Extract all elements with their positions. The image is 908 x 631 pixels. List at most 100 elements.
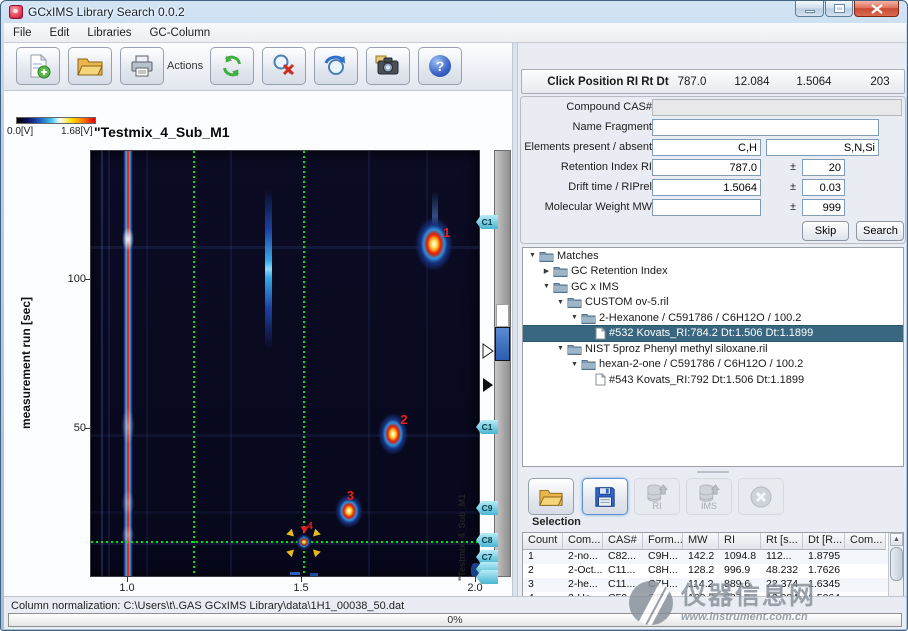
colorbar-min-label: 0.0[V] xyxy=(7,126,33,137)
table-cell: 1.7626 xyxy=(803,564,845,578)
table-cell xyxy=(845,564,886,578)
search-clear-icon xyxy=(271,53,297,79)
menu-gc-column[interactable]: GC-Column xyxy=(140,25,219,41)
scroll-thumb[interactable] xyxy=(890,547,903,581)
delete-selection-button[interactable] xyxy=(738,478,784,515)
table-cell: 128.2 xyxy=(683,564,719,578)
tree-item[interactable]: ▼GC x IMS xyxy=(523,279,903,295)
help-button[interactable]: ? xyxy=(418,47,462,85)
minimize-button[interactable] xyxy=(795,1,824,17)
collapse-icon[interactable]: ▼ xyxy=(555,299,566,306)
clear-search-button[interactable] xyxy=(262,47,306,85)
tree-item[interactable]: ▶GC Retention Index xyxy=(523,264,903,280)
add-to-ims-library-button[interactable]: IMS xyxy=(686,478,732,515)
skip-button[interactable]: Skip xyxy=(802,221,849,241)
tree-item[interactable]: ▼NIST 5proz Phenyl methyl siloxane.ril xyxy=(523,341,903,357)
table-cell: 2-no... xyxy=(563,550,603,564)
intensity-slider-handle[interactable] xyxy=(495,327,510,361)
tree-item[interactable]: ▼ 2-Hexanone / C591786 / C6H12O / 100.2 xyxy=(523,310,903,326)
menu-libraries[interactable]: Libraries xyxy=(78,25,140,41)
tree-item-label: CUSTOM ov-5.ril xyxy=(585,296,669,308)
print-button[interactable] xyxy=(120,47,164,85)
collapse-icon[interactable]: ▼ xyxy=(555,345,566,352)
table-header-cell[interactable]: RI xyxy=(719,533,761,550)
table-header-cell[interactable]: Rt [s... xyxy=(761,533,803,550)
selection-save-button[interactable] xyxy=(582,478,628,515)
collapse-icon[interactable]: ▼ xyxy=(569,361,580,368)
click-position-dt: 1.5064 xyxy=(796,76,831,88)
dt-tolerance-field[interactable] xyxy=(802,179,845,196)
folder-icon xyxy=(553,281,568,293)
analyte-spot[interactable] xyxy=(296,534,312,550)
selection-open-button[interactable] xyxy=(528,478,574,515)
collapse-icon[interactable]: ▼ xyxy=(541,283,552,290)
tree-item-label: 2-Hexanone / C591786 / C6H12O / 100.2 xyxy=(599,312,801,324)
refresh-button[interactable] xyxy=(210,47,254,85)
table-row[interactable]: 32-he...C11...C7H...114.2889.622.3741.63… xyxy=(523,578,903,592)
camera-icon xyxy=(375,53,401,79)
elements-absent-field[interactable] xyxy=(766,139,879,156)
snapshot-button[interactable] xyxy=(366,47,410,85)
table-header-cell[interactable]: Com... xyxy=(563,533,603,550)
table-cell: 2-he... xyxy=(563,578,603,592)
search-button[interactable]: Search xyxy=(856,221,904,241)
table-row[interactable]: 22-Oct...C11...C8H...128.2996.948.2321.7… xyxy=(523,564,903,578)
spot-number-label: 2 xyxy=(400,412,407,427)
status-bar: Column normalization: C:\Users\t\.GAS GC… xyxy=(4,596,906,629)
x-tick-label: 1.0 xyxy=(114,582,140,594)
heatmap-dash xyxy=(310,573,318,576)
intensity-slider-upper[interactable] xyxy=(496,304,509,327)
panel-splitter-horizontal[interactable] xyxy=(522,469,904,475)
refresh-icon xyxy=(219,53,245,79)
tree-item[interactable]: ▼hexan-2-one / C591786 / C6H12O / 100.2 xyxy=(523,357,903,373)
table-cell: C7H... xyxy=(643,578,683,592)
menu-file[interactable]: File xyxy=(4,25,41,41)
table-cell: 2 xyxy=(523,564,563,578)
name-fragment-field[interactable] xyxy=(652,119,879,136)
table-cell xyxy=(845,578,886,592)
close-button[interactable] xyxy=(854,1,899,17)
repeat-search-button[interactable] xyxy=(314,47,358,85)
table-row[interactable]: 12-no...C82...C9H...142.21094.8112...1.8… xyxy=(523,550,903,564)
tree-item[interactable]: ▼ CUSTOM ov-5.ril xyxy=(523,295,903,311)
maximize-button[interactable] xyxy=(825,1,853,17)
table-header-cell[interactable]: Count xyxy=(523,533,563,550)
spot-number-label: 1 xyxy=(443,225,450,240)
heatmap-dash xyxy=(290,572,300,575)
tree-item[interactable]: #543 Kovats_RI:792 Dt:1.506 Dt:1.1899 xyxy=(523,372,903,388)
collapse-icon[interactable]: ▼ xyxy=(569,314,580,321)
table-header-cell[interactable]: MW xyxy=(683,533,719,550)
table-cell: 1 xyxy=(523,550,563,564)
molecular-weight-field[interactable] xyxy=(652,199,761,216)
table-header-cell[interactable]: Form... xyxy=(643,533,683,550)
collapse-icon[interactable]: ▼ xyxy=(527,252,538,259)
scroll-up-icon[interactable]: ▲ xyxy=(890,533,903,546)
drift-time-field[interactable] xyxy=(652,179,761,196)
table-header-cell[interactable]: Dt [R... xyxy=(803,533,845,550)
heatmap-plot[interactable]: 1234 xyxy=(90,150,480,577)
title-bar[interactable]: GCxIMS Library Search 0.0.2 xyxy=(1,1,907,23)
table-cell: 3 xyxy=(523,578,563,592)
table-header-cell[interactable]: CAS# xyxy=(603,533,643,550)
new-measurement-button[interactable] xyxy=(16,47,60,85)
compound-cas-field[interactable] xyxy=(652,99,902,116)
left-panel: Actions xyxy=(4,43,512,596)
slider-marker-black-icon[interactable] xyxy=(482,377,494,393)
expand-icon[interactable]: ▶ xyxy=(541,267,552,275)
tree-item[interactable]: ▼Matches xyxy=(523,248,903,264)
ri-tolerance-field[interactable] xyxy=(802,159,845,176)
table-header-cell[interactable]: Com... xyxy=(845,533,886,550)
open-file-button[interactable] xyxy=(68,47,112,85)
tree-item[interactable]: #532 Kovats_RI:784.2 Dt:1.506 Dt:1.1899 xyxy=(523,326,903,342)
heatmap-noise-row xyxy=(91,434,479,437)
mw-tolerance-field[interactable] xyxy=(802,199,845,216)
elements-present-field[interactable] xyxy=(652,139,761,156)
table-cell: 112... xyxy=(761,550,803,564)
add-to-ri-library-button[interactable]: RI xyxy=(634,478,680,515)
menu-edit[interactable]: Edit xyxy=(41,25,79,41)
retention-index-field[interactable] xyxy=(652,159,761,176)
tree-item-label: #543 Kovats_RI:792 Dt:1.506 Dt:1.1899 xyxy=(609,374,804,386)
compound-cas-label: Compound CAS# xyxy=(522,101,652,113)
printer-icon xyxy=(129,53,155,79)
slider-marker-white-icon[interactable] xyxy=(482,343,494,359)
